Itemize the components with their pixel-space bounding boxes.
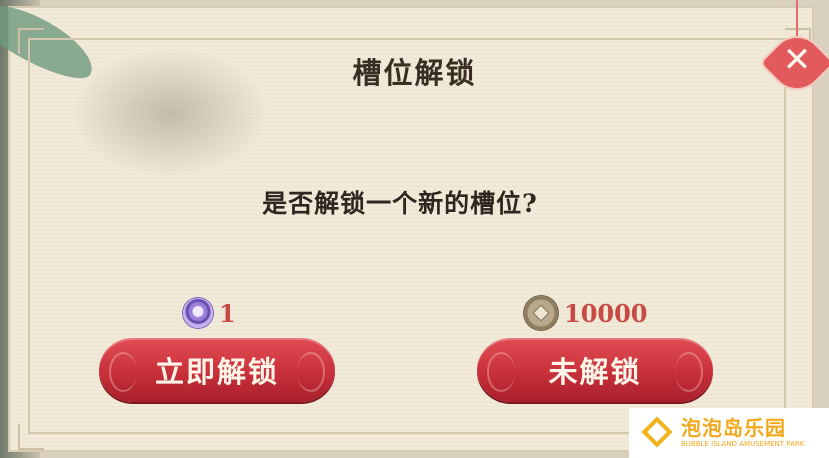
unlock-question: 是否解锁一个新的槽位? xyxy=(262,189,538,218)
coin-cost: 10000 xyxy=(524,296,648,330)
watermark-title: 泡泡岛乐园 xyxy=(681,416,786,440)
not-unlocked-button[interactable]: 未解锁 xyxy=(477,338,713,402)
unlock-now-label: 立即解锁 xyxy=(154,355,279,389)
gem-cost: 1 xyxy=(183,296,236,330)
coin-cost-value: 10000 xyxy=(564,298,648,328)
not-unlocked-label: 未解锁 xyxy=(548,355,642,389)
close-button[interactable]: ✕ xyxy=(761,27,829,99)
diamond-logo-icon xyxy=(641,416,675,450)
close-icon: ✕ xyxy=(782,40,812,80)
watermark-subtitle: BUBBLE ISLAND AMUSEMENT PARK xyxy=(681,440,805,448)
purple-gem-icon xyxy=(183,298,213,328)
watermark-logo: 泡泡岛乐园 BUBBLE ISLAND AMUSEMENT PARK xyxy=(629,408,829,458)
copper-coin-icon xyxy=(524,296,558,330)
unlock-now-button[interactable]: 立即解锁 xyxy=(99,338,335,402)
gem-cost-value: 1 xyxy=(219,298,236,328)
frame-corner-decoration xyxy=(18,424,44,450)
dialog-title: 槽位解锁 xyxy=(352,56,477,90)
close-hanging-string xyxy=(796,0,798,36)
